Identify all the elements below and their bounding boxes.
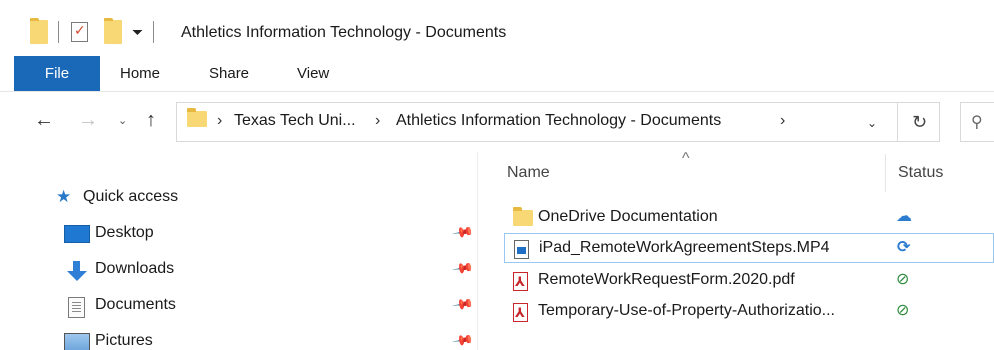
file-list: ^ Name Status OneDrive Documentation ☁ i… [480,150,994,350]
search-icon: ⚲ [971,114,983,131]
list-item[interactable]: Temporary-Use-of-Property-Authorizatio..… [504,297,994,327]
sidebar-item-label: Desktop [95,224,154,241]
pin-icon[interactable]: 📌 [451,293,474,317]
properties-icon[interactable] [71,22,88,42]
column-divider[interactable] [885,154,886,192]
breadcrumb-documents[interactable]: Athletics Information Technology - Docum… [396,112,721,130]
ribbon: File Home Share View [0,56,994,92]
address-bar[interactable]: › Texas Tech Uni... › Athletics Informat… [176,102,898,142]
navigation-pane: ★ Quick access Desktop 📌 Downloads 📌 Doc… [0,152,478,350]
folder-icon [30,18,48,44]
pdf-file-icon [513,272,528,291]
toolbar-divider [153,21,155,43]
file-name: RemoteWorkRequestForm.2020.pdf [538,271,795,288]
file-name: Temporary-Use-of-Property-Authorizatio..… [538,302,835,319]
refresh-button[interactable]: ↻ [898,102,940,142]
sort-ascending-icon: ^ [682,150,690,167]
search-input[interactable]: ⚲ [960,102,994,142]
sidebar-item-downloads[interactable]: Downloads 📌 [0,252,478,286]
available-check-icon: ⊘ [896,302,910,319]
sidebar-item-quick-access[interactable]: ★ Quick access [0,186,478,214]
title-bar: ⏷ Athletics Information Technology - Doc… [0,0,994,56]
list-item[interactable]: RemoteWorkRequestForm.2020.pdf ⊘ [504,266,994,296]
breadcrumb-separator[interactable]: › [780,112,785,130]
up-arrow-icon[interactable]: ↑ [146,110,156,130]
sidebar-item-documents[interactable]: Documents 📌 [0,288,478,322]
recent-locations-icon[interactable]: ⌄ [118,116,127,127]
address-row: ← → ⌄ ↑ › Texas Tech Uni... › Athletics … [0,92,994,152]
pin-icon[interactable]: 📌 [451,257,474,281]
forward-arrow-icon[interactable]: → [78,110,98,130]
pictures-icon [64,333,90,350]
tab-home[interactable]: Home [120,56,160,91]
sidebar-item-label: Documents [95,296,176,313]
sync-icon: ⟳ [897,239,911,256]
chevron-down-icon[interactable]: ⌄ [867,116,877,130]
tab-file[interactable]: File [14,56,100,91]
folder-icon [513,207,533,226]
video-file-icon [514,240,529,259]
list-item[interactable]: iPad_RemoteWorkAgreementSteps.MP4 ⟳ [504,233,994,263]
sidebar-item-pictures[interactable]: Pictures 📌 [0,324,478,350]
refresh-icon: ↻ [912,112,928,132]
downloads-icon [64,261,90,281]
available-check-icon: ⊘ [896,271,910,288]
pin-icon[interactable]: 📌 [451,329,474,350]
breadcrumb-separator[interactable]: › [375,112,380,130]
desktop-icon [64,225,90,243]
folder-icon [187,108,207,127]
new-folder-icon[interactable] [104,18,122,44]
sidebar-item-label: Downloads [95,260,175,277]
toolbar-divider [58,21,59,43]
star-icon: ★ [56,187,72,206]
file-name: iPad_RemoteWorkAgreementSteps.MP4 [539,239,830,256]
sidebar-item-label: Pictures [95,332,153,349]
cloud-icon: ☁ [896,208,912,225]
column-header-status[interactable]: Status [898,164,943,182]
breadcrumb-separator[interactable]: › [217,112,222,130]
tab-share[interactable]: Share [209,56,249,91]
sidebar-item-label: Quick access [83,188,179,205]
back-arrow-icon[interactable]: ← [34,110,54,130]
pdf-file-icon [513,303,528,322]
window-title: Athletics Information Technology - Docum… [181,24,507,41]
sidebar-item-desktop[interactable]: Desktop 📌 [0,216,478,250]
documents-icon [68,297,85,318]
pin-icon[interactable]: 📌 [451,221,474,245]
quick-access-toolbar: ⏷ [30,18,164,44]
tab-view[interactable]: View [297,56,329,91]
customize-toolbar-icon[interactable]: ⏷ [132,25,143,39]
breadcrumb-texas-tech[interactable]: Texas Tech Uni... [234,112,356,130]
file-name: OneDrive Documentation [538,208,718,225]
column-header-name[interactable]: Name [507,164,550,182]
list-item[interactable]: OneDrive Documentation ☁ [504,203,994,233]
